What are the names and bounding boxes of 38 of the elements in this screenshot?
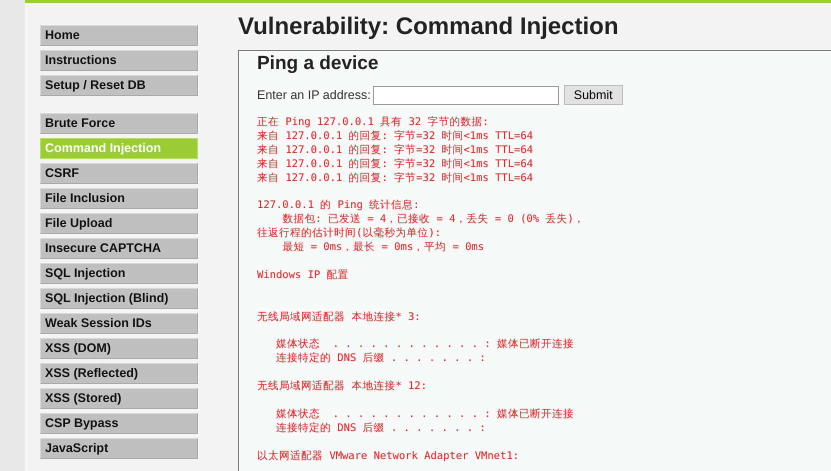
output-line: 正在 Ping 127.0.0.1 具有 32 字节的数据: — [257, 116, 489, 130]
output-line: 最短 = 0ms，最长 = 0ms，平均 = 0ms — [281, 241, 484, 256]
menu-item[interactable]: XSS (Reflected) — [40, 363, 198, 384]
output-line: 连接特定的 DNS 后缀 . . . . . . . : — [274, 422, 486, 436]
output-line: 往返行程的估计时间(以毫秒为单位): — [257, 227, 441, 241]
menu-item[interactable]: Insecure CAPTCHA — [40, 238, 198, 259]
menu-item[interactable]: Brute Force — [40, 113, 198, 134]
output-line: 媒体状态 . . . . . . . . . . . . : 媒体已断开连接 — [274, 408, 574, 422]
output-line: 来自 127.0.0.1 的回复: 字节=32 时间<1ms TTL=64 — [257, 144, 534, 158]
ip-address-field[interactable] — [372, 86, 559, 104]
output-line: 连接特定的 DNS 后缀 . . . . . . . : — [274, 352, 486, 366]
panel-heading: Ping a device — [257, 53, 380, 75]
menu-item[interactable]: XSS (DOM) — [40, 338, 198, 359]
menu-item[interactable]: SQL Injection (Blind) — [40, 288, 198, 309]
output-line: Windows IP 配置 — [257, 268, 349, 283]
output-line: 数据包: 已发送 = 4，已接收 = 4，丢失 = 0 (0% 丢失)， — [281, 213, 585, 227]
menu-item[interactable]: Home — [40, 25, 198, 46]
submit-button[interactable]: Submit — [564, 85, 623, 105]
menu-item[interactable]: Weak Session IDs — [40, 313, 198, 334]
menu-item[interactable]: JavaScript — [40, 438, 198, 459]
output-line: 来自 127.0.0.1 的回复: 字节=32 时间<1ms TTL=64 — [257, 158, 534, 172]
menu-item[interactable]: CSP Bypass — [40, 413, 198, 434]
output-line: 无线局域网适配器 本地连接* 12: — [257, 380, 427, 394]
output-line: 无线局域网适配器 本地连接* 3: — [257, 310, 421, 325]
output-line: 127.0.0.1 的 Ping 统计信息: — [257, 199, 420, 213]
menu-item[interactable]: File Inclusion — [40, 188, 198, 209]
output-line: 来自 127.0.0.1 的回复: 字节=32 时间<1ms TTL=64 — [257, 130, 534, 144]
menu-item[interactable]: Setup / Reset DB — [40, 75, 198, 96]
menu-item[interactable]: Instructions — [40, 50, 198, 71]
menu-item[interactable]: XSS (Stored) — [40, 388, 198, 409]
menu-item[interactable]: SQL Injection — [40, 263, 198, 284]
output-line: 以太网适配器 VMware Network Adapter VMnet1: — [257, 450, 519, 464]
field-label: Enter an IP address: — [257, 88, 371, 102]
menu-item[interactable]: File Upload — [40, 213, 198, 234]
page-title: Vulnerability: Command Injection — [238, 13, 620, 41]
menu-item[interactable]: CSRF — [40, 163, 198, 184]
output-line: 来自 127.0.0.1 的回复: 字节=32 时间<1ms TTL=64 — [257, 172, 534, 186]
output-line: 媒体状态 . . . . . . . . . . . . : 媒体已断开连接 — [274, 338, 574, 352]
